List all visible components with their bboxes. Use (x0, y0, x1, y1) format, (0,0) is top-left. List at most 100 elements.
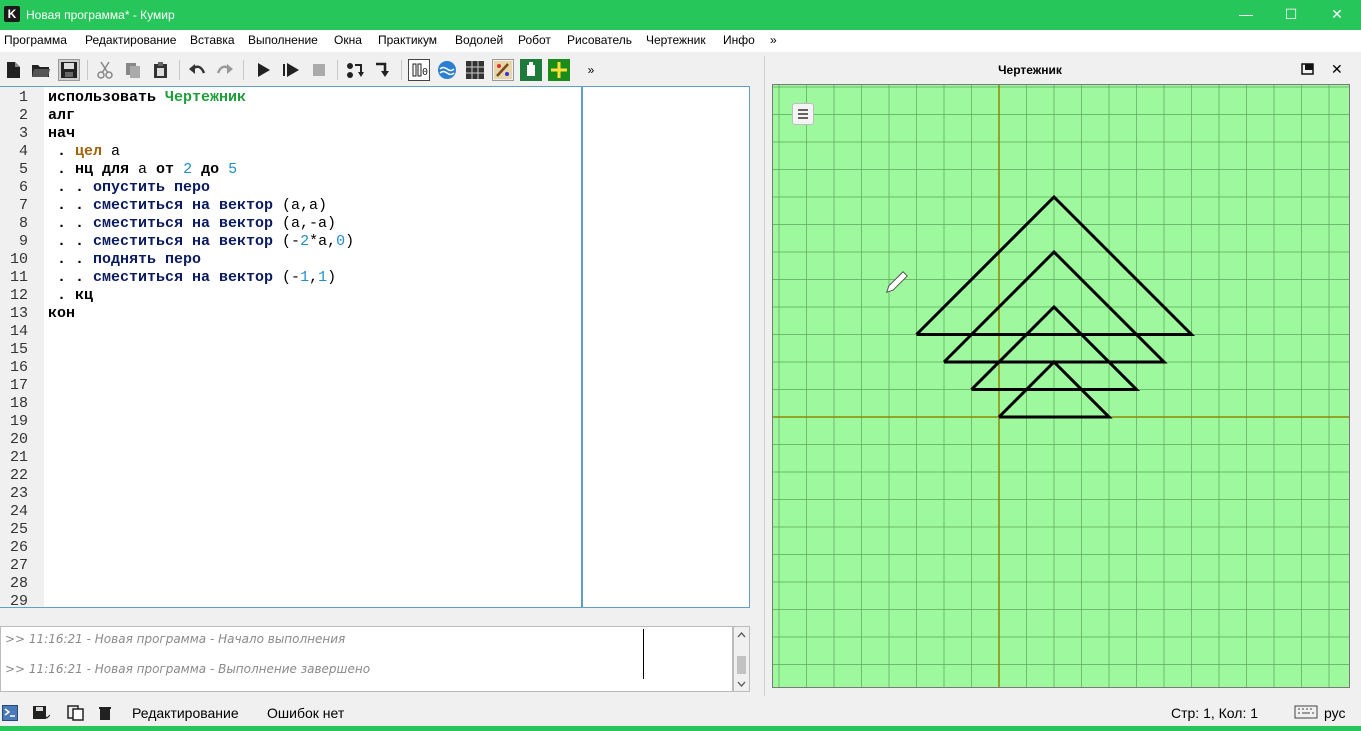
line-number: 3 (18, 125, 28, 142)
cut-icon[interactable] (94, 59, 116, 81)
maximize-button[interactable]: ☐ (1268, 0, 1314, 30)
code-line[interactable]: . нц для а от 2 до 5 (48, 161, 237, 178)
copy-icon[interactable] (122, 59, 144, 81)
line-number: 8 (18, 215, 28, 232)
keyboard-layout[interactable]: рус (1324, 705, 1345, 721)
code-token: от (156, 161, 175, 178)
code-token: (а,-а) (273, 215, 337, 232)
line-number: 1 (18, 89, 28, 106)
menu-robot[interactable]: Робот (518, 33, 551, 47)
errors-status: Ошибок нет (267, 705, 345, 721)
save-output-icon[interactable] (32, 705, 51, 724)
menu-vodoley[interactable]: Водолей (455, 33, 503, 47)
code-token: алг (48, 107, 76, 124)
menu-drawer[interactable]: Чертежник (646, 33, 706, 47)
code-token: а (102, 143, 121, 160)
line-number: 22 (9, 467, 28, 484)
console-toggle-icon[interactable] (2, 705, 18, 721)
line-number: 21 (9, 449, 28, 466)
line-number: 4 (18, 143, 28, 160)
code-line[interactable]: . . сместиться на вектор (а,-а) (48, 215, 336, 232)
run-icon[interactable] (252, 59, 274, 81)
paste-icon[interactable] (150, 59, 172, 81)
close-panel-icon[interactable]: ✕ (1331, 61, 1343, 78)
variables-table-icon[interactable]: 0 (408, 59, 430, 81)
code-token: ) (327, 269, 337, 286)
code-line[interactable]: . цел а (48, 143, 120, 160)
code-token: до (201, 161, 220, 178)
variables-margin-pane (582, 86, 750, 608)
output-console[interactable]: >> 11:16:21 - Новая программа - Начало в… (0, 626, 733, 692)
line-number: 10 (9, 251, 28, 268)
menu-painter[interactable]: Рисователь (567, 33, 632, 47)
code-token: (а,а) (273, 197, 328, 214)
vodoley-icon[interactable] (436, 59, 458, 81)
save-icon[interactable] (58, 59, 80, 81)
scrollbar-arrows-icon (737, 632, 746, 687)
code-token: ) (345, 233, 355, 250)
line-number: 6 (18, 179, 28, 196)
menu-insert[interactable]: Вставка (190, 33, 235, 47)
line-number: 23 (9, 485, 28, 502)
line-number: 12 (9, 287, 28, 304)
code-token: кц (75, 287, 94, 304)
run-step-icon[interactable] (280, 59, 302, 81)
code-token: 5 (228, 161, 238, 178)
menu-practicum[interactable]: Практикум (378, 33, 437, 47)
code-editor[interactable]: 1 2 3 4 5 6 7 8 9 10 11 12 13 14 15 16 17 18 19 20 21 22 23 24 2… (0, 86, 582, 610)
turtle-icon[interactable] (520, 59, 542, 81)
step-into-icon[interactable] (372, 59, 394, 81)
undo-icon[interactable] (186, 59, 208, 81)
drawer-icon[interactable] (548, 59, 570, 81)
line-number: 29 (9, 593, 28, 610)
code-token: . . (48, 233, 94, 250)
line-number: 16 (9, 359, 28, 376)
clear-output-icon[interactable] (98, 705, 112, 724)
app-icon: K (4, 6, 20, 22)
line-number: 13 (9, 305, 28, 322)
open-folder-icon[interactable] (30, 59, 52, 81)
code-line[interactable]: . . сместиться на вектор (-1,1) (48, 269, 336, 286)
code-token: кон (48, 305, 76, 322)
step-over-icon[interactable] (344, 59, 366, 81)
menu-run[interactable]: Выполнение (248, 33, 318, 47)
close-button[interactable]: ✕ (1314, 0, 1360, 30)
robot-grid-icon[interactable] (464, 59, 486, 81)
menu-program[interactable]: Программа (4, 33, 67, 47)
code-line[interactable]: . . поднять перо (48, 251, 201, 268)
menu-info[interactable]: Инфо (723, 33, 755, 47)
cursor-position: Стр: 1, Кол: 1 (1171, 705, 1259, 721)
code-token: сместиться на вектор (93, 197, 274, 214)
menu-overflow[interactable]: » (770, 33, 777, 47)
code-line[interactable]: . . опустить перо (48, 179, 210, 196)
toolbar-overflow[interactable]: » (580, 59, 602, 81)
menu-edit[interactable]: Редактирование (85, 33, 176, 47)
code-line[interactable]: использовать Чертежник (48, 89, 246, 106)
line-number: 17 (9, 377, 28, 394)
painter-icon[interactable] (492, 59, 514, 81)
copy-output-icon[interactable] (67, 705, 85, 724)
line-number: 19 (9, 413, 28, 430)
minimize-button[interactable]: — (1223, 0, 1269, 30)
new-file-icon[interactable] (2, 59, 24, 81)
stop-icon[interactable] (308, 59, 330, 81)
console-scrollbar[interactable] (733, 626, 750, 692)
line-number: 15 (9, 341, 28, 358)
mode-status: Редактирование (132, 705, 239, 721)
drawer-canvas[interactable] (772, 84, 1350, 688)
code-line[interactable]: . кц (48, 287, 93, 304)
canvas-menu-button[interactable] (792, 103, 814, 125)
undock-icon[interactable] (1301, 62, 1315, 79)
svg-text:0: 0 (422, 67, 428, 78)
window-bottom-border (0, 726, 1361, 731)
code-token: 1 (318, 269, 328, 286)
code-line[interactable]: нач (48, 125, 75, 142)
code-token: поднять перо (93, 251, 202, 268)
menu-windows[interactable]: Окна (334, 33, 362, 47)
redo-icon[interactable] (214, 59, 236, 81)
code-line[interactable]: алг (48, 107, 75, 124)
code-line[interactable]: . . сместиться на вектор (а,а) (48, 197, 327, 214)
code-line[interactable]: кон (48, 305, 75, 322)
code-line[interactable]: . . сместиться на вектор (-2*а,0) (48, 233, 354, 250)
line-number-gutter: 1 2 3 4 5 6 7 8 9 10 11 12 13 14 15 16 17 18 19 20 21 22 23 24 2… (0, 87, 44, 610)
